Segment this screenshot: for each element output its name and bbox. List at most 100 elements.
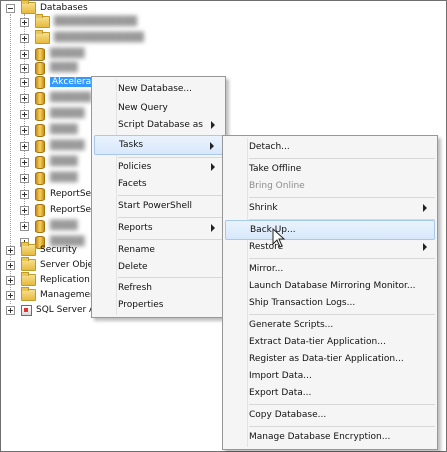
expand-icon[interactable] bbox=[20, 141, 29, 151]
expand-icon[interactable] bbox=[20, 125, 29, 135]
expand-icon[interactable] bbox=[20, 109, 29, 119]
menu-item-detach[interactable]: Detach... bbox=[225, 137, 435, 157]
blurred-label: █████ bbox=[50, 49, 85, 59]
tree-node-security[interactable]: Security bbox=[6, 242, 77, 258]
menu-item-restore[interactable]: Restore bbox=[225, 237, 435, 257]
blurred-label: ██████ bbox=[50, 93, 92, 103]
tree-node-label: Replication bbox=[40, 275, 90, 285]
folder-icon bbox=[21, 272, 36, 286]
menu-item-label: Shrink bbox=[249, 203, 278, 213]
expand-icon[interactable] bbox=[6, 275, 15, 285]
expand-icon[interactable] bbox=[20, 77, 29, 87]
mouse-cursor-icon bbox=[272, 228, 286, 248]
menu-item-label: Refresh bbox=[118, 283, 152, 293]
menu-item-label: Tasks bbox=[119, 140, 144, 150]
collapse-icon[interactable] bbox=[6, 3, 15, 13]
tree-node-db[interactable]: ████ bbox=[20, 170, 78, 186]
menu-item-export-data[interactable]: Export Data... bbox=[225, 383, 435, 403]
tree-node-db[interactable]: ████████████ bbox=[20, 14, 137, 30]
menu-item-shrink[interactable]: Shrink bbox=[225, 198, 435, 218]
tasks-submenu: Detach... Take Offline Bring Online Shri… bbox=[222, 135, 438, 450]
expand-icon[interactable] bbox=[6, 305, 15, 315]
tree-node-replication[interactable]: Replication bbox=[6, 272, 90, 288]
menu-item-label: Facets bbox=[118, 179, 147, 189]
expand-icon[interactable] bbox=[6, 290, 15, 300]
database-icon bbox=[35, 139, 45, 153]
sql-agent-icon bbox=[21, 304, 32, 316]
expand-icon[interactable] bbox=[20, 49, 29, 59]
database-icon bbox=[35, 187, 45, 201]
menu-item-delete[interactable]: Delete bbox=[94, 257, 223, 277]
expand-icon[interactable] bbox=[20, 173, 29, 183]
tree-node-db[interactable]: ████ bbox=[20, 154, 78, 170]
menu-item-label: Manage Database Encryption... bbox=[249, 432, 391, 442]
menu-item-label: Policies bbox=[118, 162, 152, 172]
menu-item-label: Delete bbox=[118, 262, 148, 272]
tree-node-db[interactable]: █████ bbox=[20, 106, 85, 122]
tree-node-db[interactable]: █████████████ bbox=[20, 30, 144, 46]
submenu-arrow-icon bbox=[211, 224, 215, 232]
expand-icon[interactable] bbox=[6, 245, 15, 255]
database-icon bbox=[35, 61, 45, 75]
blurred-label: ████████████ bbox=[54, 17, 138, 27]
menu-item-label: Properties bbox=[118, 300, 164, 310]
menu-item-label: Take Offline bbox=[249, 164, 302, 174]
menu-item-new-database[interactable]: New Database... bbox=[94, 79, 223, 99]
menu-item-label: Extract Data-tier Application... bbox=[249, 337, 386, 347]
expand-icon[interactable] bbox=[6, 260, 15, 270]
expand-icon[interactable] bbox=[20, 205, 29, 215]
menu-item-start-powershell[interactable]: Start PowerShell bbox=[94, 196, 223, 216]
database-icon bbox=[35, 91, 45, 105]
menu-item-label: Ship Transaction Logs... bbox=[249, 298, 356, 308]
submenu-arrow-icon bbox=[211, 163, 215, 171]
submenu-arrow-icon bbox=[423, 243, 427, 251]
submenu-arrow-icon bbox=[211, 121, 215, 129]
menu-item-script-database[interactable]: Script Database as bbox=[94, 115, 223, 135]
menu-item-tasks[interactable]: Tasks bbox=[94, 135, 223, 155]
tree-node-db[interactable]: ████ bbox=[20, 122, 78, 138]
database-icon bbox=[35, 155, 45, 169]
menu-item-label: Detach... bbox=[249, 142, 290, 152]
expand-icon[interactable] bbox=[20, 221, 29, 231]
menu-item-ship-transaction-logs[interactable]: Ship Transaction Logs... bbox=[225, 293, 435, 313]
submenu-arrow-icon bbox=[210, 142, 214, 150]
menu-item-copy-database[interactable]: Copy Database... bbox=[225, 405, 435, 425]
database-icon bbox=[35, 107, 45, 121]
menu-item-label: Rename bbox=[118, 245, 155, 255]
tree-node-label: Security bbox=[40, 245, 77, 255]
menu-item-label: Reports bbox=[118, 223, 153, 233]
menu-item-label: Bring Online bbox=[249, 181, 305, 191]
blurred-label: █████ bbox=[50, 141, 85, 151]
tree-node-db[interactable]: █████ bbox=[20, 138, 85, 154]
menu-item-reports[interactable]: Reports bbox=[94, 218, 223, 238]
tree-node-sql-agent[interactable]: SQL Server Ag bbox=[6, 302, 101, 318]
expand-icon[interactable] bbox=[20, 93, 29, 103]
menu-item-label: Generate Scripts... bbox=[249, 320, 334, 330]
tree-node-db[interactable]: ████ bbox=[20, 218, 78, 234]
tree-node-reportserver-tempdb[interactable]: ReportServ bbox=[20, 202, 100, 218]
expand-icon[interactable] bbox=[20, 63, 29, 73]
expand-icon[interactable] bbox=[20, 189, 29, 199]
menu-item-label: Register as Data-tier Application... bbox=[249, 354, 404, 364]
menu-item-label: Script Database as bbox=[118, 120, 203, 130]
expand-icon[interactable] bbox=[20, 33, 29, 43]
expand-icon[interactable] bbox=[20, 17, 29, 27]
menu-item-label: Mirror... bbox=[249, 264, 284, 274]
database-icon bbox=[35, 75, 45, 89]
database-icon bbox=[35, 171, 45, 185]
blurred-label: ████ bbox=[50, 63, 78, 73]
menu-item-label: New Database... bbox=[118, 84, 193, 94]
blurred-label: █████ bbox=[50, 109, 85, 119]
menu-item-facets[interactable]: Facets bbox=[94, 174, 223, 194]
blurred-label: █████████████ bbox=[54, 33, 144, 43]
tree-node-management[interactable]: Management bbox=[6, 287, 99, 303]
menu-item-label: Import Data... bbox=[249, 371, 312, 381]
tree-node-db[interactable]: ██████ bbox=[20, 90, 92, 106]
tree-node-reportserver[interactable]: ReportServ bbox=[20, 186, 100, 202]
folder-icon bbox=[35, 14, 50, 28]
tree-node-akcelerant[interactable]: Akcelerant bbox=[20, 74, 103, 90]
menu-item-properties[interactable]: Properties bbox=[94, 295, 223, 315]
menu-item-manage-encryption[interactable]: Manage Database Encryption... bbox=[225, 427, 435, 447]
database-icon bbox=[35, 123, 45, 137]
expand-icon[interactable] bbox=[20, 157, 29, 167]
